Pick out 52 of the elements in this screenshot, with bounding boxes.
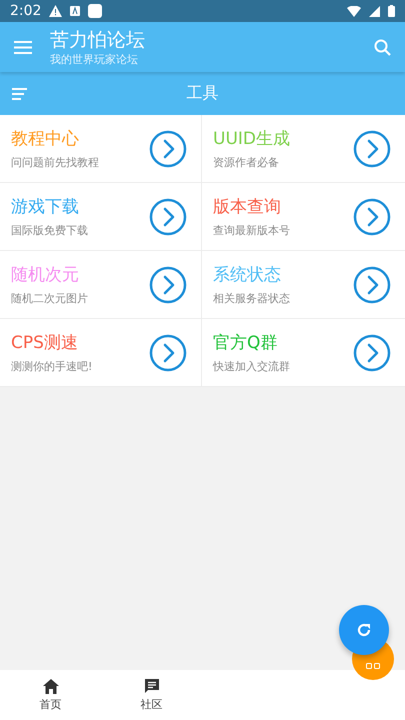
section-title: 工具 — [186, 83, 218, 104]
app-notification-icon — [70, 6, 80, 16]
refresh-button[interactable] — [339, 605, 389, 655]
tool-description: 测测你的手速吧! — [11, 358, 92, 374]
warning-icon — [49, 5, 62, 17]
tool-description: 相关服务器状态 — [213, 290, 290, 306]
tool-description: 查询最新版本号 — [213, 222, 290, 238]
app-title: 苦力怕论坛 — [50, 28, 146, 52]
tool-card[interactable]: 官方Q群 快速加入交流群 — [202, 319, 405, 387]
menu-icon[interactable] — [14, 40, 32, 54]
chevron-circle-icon[interactable] — [149, 334, 187, 372]
tool-title: 版本查询 — [213, 196, 282, 218]
tool-card[interactable]: 随机次元 随机二次元图片 — [0, 251, 202, 319]
tool-description: 随机二次元图片 — [11, 290, 88, 306]
chevron-circle-icon[interactable] — [149, 130, 187, 168]
chevron-circle-icon[interactable] — [353, 198, 391, 236]
square-notification-icon — [88, 4, 102, 18]
tool-card[interactable]: 系统状态 相关服务器状态 — [202, 251, 405, 319]
tool-card[interactable]: 版本查询 查询最新版本号 — [202, 183, 405, 251]
app-subtitle: 我的世界玩家论坛 — [50, 52, 139, 66]
tool-card[interactable]: 游戏下载 国际版免费下载 — [0, 183, 202, 251]
tool-card[interactable]: CPS测速 测测你的手速吧! — [0, 319, 202, 387]
nav-tab[interactable]: 首页 — [0, 670, 101, 720]
refresh-icon — [356, 622, 372, 638]
tool-title: CPS测速 — [11, 332, 79, 354]
tool-description: 问问题前先找教程 — [11, 154, 99, 170]
wifi-icon — [347, 6, 361, 16]
list-icon[interactable] — [12, 88, 27, 100]
chevron-circle-icon[interactable] — [353, 266, 391, 304]
tool-title: 随机次元 — [11, 264, 80, 286]
nav-tab[interactable]: 社区 — [101, 670, 202, 720]
chevron-circle-icon[interactable] — [353, 130, 391, 168]
tool-title: 官方Q群 — [213, 332, 278, 354]
tool-card[interactable]: UUID生成 资源作者必备 — [202, 115, 405, 183]
tool-title: UUID生成 — [213, 128, 290, 150]
tool-description: 资源作者必备 — [213, 154, 280, 170]
chat-icon — [144, 678, 160, 694]
tool-description: 快速加入交流群 — [213, 358, 290, 374]
home-icon — [42, 678, 58, 694]
signal-icon — [369, 6, 380, 16]
tool-title: 系统状态 — [213, 264, 282, 286]
tool-title: 游戏下载 — [11, 196, 80, 218]
status-time: 2:02 — [10, 3, 42, 19]
tool-description: 国际版免费下载 — [11, 222, 88, 238]
grid-icon — [366, 663, 380, 670]
chevron-circle-icon[interactable] — [149, 266, 187, 304]
battery-icon — [388, 5, 395, 17]
search-icon[interactable] — [374, 38, 391, 56]
tool-card[interactable]: 教程中心 问问题前先找教程 — [0, 115, 202, 183]
chevron-circle-icon[interactable] — [149, 198, 187, 236]
chevron-circle-icon[interactable] — [353, 334, 391, 372]
tool-title: 教程中心 — [11, 128, 80, 150]
